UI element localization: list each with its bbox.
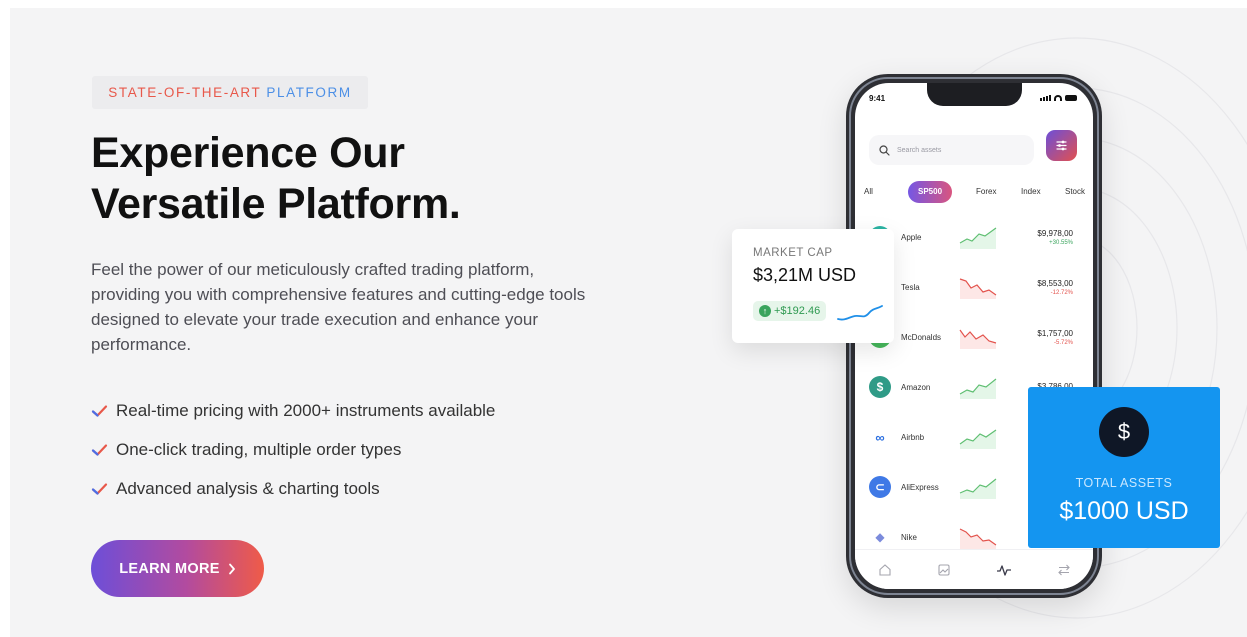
arrow-up-icon: ↑ xyxy=(759,305,771,317)
feature-item: Advanced analysis & charting tools xyxy=(91,469,495,508)
check-icon xyxy=(91,404,108,417)
market-cap-label: MARKET CAP xyxy=(753,247,833,259)
gallery-icon[interactable] xyxy=(937,563,951,577)
sparkline-up xyxy=(959,429,997,449)
asset-price: $1,757,00 xyxy=(1037,328,1073,338)
page-title: Experience Our Versatile Platform. xyxy=(91,128,591,230)
filter-button[interactable] xyxy=(1046,130,1077,161)
feature-text: One-click trading, multiple order types xyxy=(116,439,402,459)
asset-row[interactable]: T Tesla $8,553,00 -12.72% xyxy=(869,267,1073,307)
tab-index[interactable]: Index xyxy=(1021,181,1041,203)
status-icons xyxy=(1040,95,1077,101)
sliders-icon xyxy=(1056,140,1067,151)
search-placeholder: Search assets xyxy=(897,146,942,154)
asset-change: -12.72% xyxy=(1050,289,1073,296)
search-icon xyxy=(879,144,890,156)
market-cap-change: +$192.46 xyxy=(774,305,821,317)
eyebrow-text-primary: STATE-OF-THE-ART xyxy=(108,85,262,100)
market-cap-change-badge: ↑ +$192.46 xyxy=(753,301,827,321)
market-cap-card: MARKET CAP $3,21M USD ↑ +$192.46 xyxy=(732,229,894,343)
status-bar: 9:41 xyxy=(869,94,1077,106)
asset-row[interactable]: › McDonalds $1,757,00 -5.72% xyxy=(869,317,1073,357)
feature-item: One-click trading, multiple order types xyxy=(91,430,495,469)
dollar-coin-icon: $ xyxy=(1099,407,1149,457)
transfer-icon[interactable] xyxy=(1057,563,1071,577)
bottom-nav xyxy=(855,549,1093,589)
ethereum-icon: ◆ xyxy=(869,526,891,548)
feature-item: Real-time pricing with 2000+ instruments… xyxy=(91,391,495,430)
activity-icon[interactable] xyxy=(996,563,1012,577)
learn-more-button[interactable]: LEARN MORE xyxy=(91,540,264,597)
sparkline-up xyxy=(959,378,997,399)
asset-change: -5.72% xyxy=(1053,339,1073,346)
home-icon[interactable] xyxy=(878,563,892,577)
sparkline-up xyxy=(959,478,997,499)
title-line-1: Experience Our xyxy=(91,129,405,177)
learn-more-label: LEARN MORE xyxy=(119,560,220,577)
section-description: Feel the power of our meticulously craft… xyxy=(91,260,586,354)
asset-price: $8,553,00 xyxy=(1037,278,1073,288)
asset-price: $9,978,00 xyxy=(1037,228,1073,238)
asset-name: Nike xyxy=(901,532,918,542)
asset-values: $1,757,00 -5.72% xyxy=(1037,329,1073,346)
amazon-icon: $ xyxy=(869,376,891,398)
asset-name: Airbnb xyxy=(901,432,925,442)
asset-row[interactable]: ⊤ Apple $9,978,00 +30.55% xyxy=(869,217,1073,257)
sparkline-down xyxy=(959,329,997,349)
tab-stock[interactable]: Stock xyxy=(1065,181,1085,203)
market-cap-sparkline xyxy=(837,305,883,321)
asset-search-input[interactable]: Search assets xyxy=(869,135,1034,165)
check-icon xyxy=(91,443,108,456)
total-assets-card: $ TOTAL ASSETS $1000 USD xyxy=(1028,387,1220,548)
meta-icon: ∞ xyxy=(869,426,891,448)
market-tabs: All SP500 Forex Index Stock xyxy=(864,181,1086,203)
asset-values: $8,553,00 -12.72% xyxy=(1037,279,1073,296)
aliexpress-icon: ⊂ xyxy=(869,476,891,498)
tab-forex[interactable]: Forex xyxy=(976,181,996,203)
chevron-right-icon xyxy=(228,563,235,574)
status-time: 9:41 xyxy=(869,94,886,103)
signal-icon xyxy=(1040,95,1051,101)
tab-all[interactable]: All xyxy=(864,181,873,203)
asset-name: Tesla xyxy=(901,282,920,292)
battery-icon xyxy=(1065,95,1077,101)
feature-text: Advanced analysis & charting tools xyxy=(116,478,380,498)
asset-values: $9,978,00 +30.55% xyxy=(1037,229,1073,246)
eyebrow-text-accent: PLATFORM xyxy=(266,85,352,100)
asset-name: AliExpress xyxy=(901,482,939,492)
section-eyebrow: STATE-OF-THE-ART PLATFORM xyxy=(92,76,368,109)
sparkline-up xyxy=(959,227,997,249)
sparkline-down xyxy=(959,278,997,299)
check-icon xyxy=(91,482,108,495)
tab-sp500[interactable]: SP500 xyxy=(908,181,953,203)
total-assets-value: $1000 USD xyxy=(1059,497,1189,525)
title-line-2: Versatile Platform. xyxy=(91,180,461,228)
market-cap-value: $3,21M USD xyxy=(753,265,857,285)
asset-name: McDonalds xyxy=(901,332,942,342)
feature-text: Real-time pricing with 2000+ instruments… xyxy=(116,400,496,420)
feature-list: Real-time pricing with 2000+ instruments… xyxy=(91,391,495,508)
asset-name: Amazon xyxy=(901,382,931,392)
sparkline-down xyxy=(959,528,997,549)
platform-section: STATE-OF-THE-ART PLATFORM Experience Our… xyxy=(10,8,1247,637)
total-assets-label: TOTAL ASSETS xyxy=(1075,476,1173,490)
asset-name: Apple xyxy=(901,232,922,242)
wifi-icon xyxy=(1054,95,1062,101)
asset-change: +30.55% xyxy=(1049,239,1073,246)
